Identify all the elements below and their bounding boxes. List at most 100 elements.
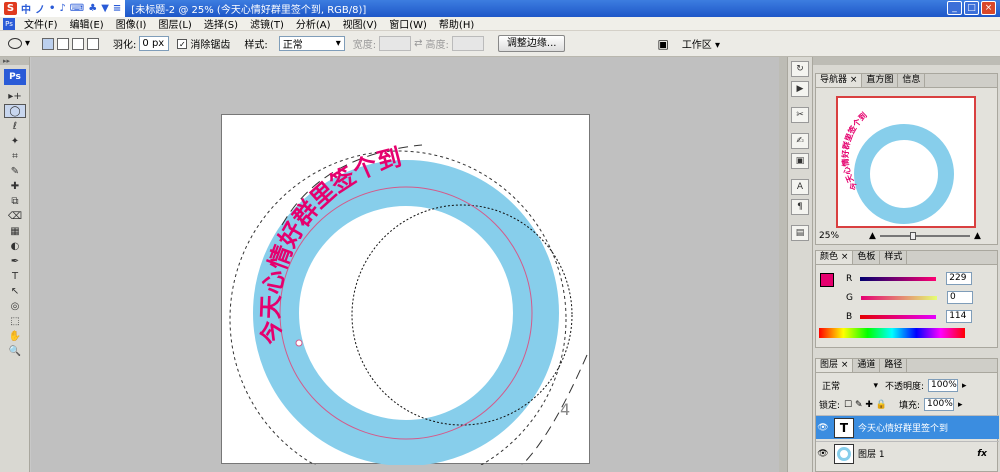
tab-histogram[interactable]: 直方图 [862, 74, 899, 87]
lock-icons[interactable]: ☐ ✎ ✚ 🔒 [844, 400, 887, 410]
zoom-value[interactable]: 25% [819, 231, 839, 241]
tab-paths[interactable]: 路径 [880, 359, 908, 372]
pen-tool-icon[interactable]: ✒ [4, 254, 26, 268]
app-icon[interactable]: Ps [3, 17, 15, 30]
panels-grip[interactable] [813, 57, 1000, 65]
brushes-icon[interactable]: ✍ [791, 133, 809, 149]
maximize-button[interactable]: □ [964, 1, 979, 15]
visibility-eye-icon[interactable]: 👁 [816, 423, 830, 433]
visibility-eye-icon[interactable]: 👁 [816, 449, 830, 459]
hand-tool-icon[interactable]: ✋ [4, 329, 26, 343]
menu-view[interactable]: 视图(V) [337, 16, 384, 31]
menu-file[interactable]: 文件(F) [18, 16, 64, 31]
antialias-checkbox[interactable]: ✓ [177, 38, 188, 49]
fill-arrow-icon[interactable]: ▸ [958, 400, 963, 410]
b-slider[interactable] [860, 314, 937, 319]
history-icon[interactable]: ↻ [791, 61, 809, 77]
color-spectrum[interactable] [819, 328, 965, 338]
layer-name[interactable]: 图层 1 [858, 447, 885, 460]
tab-swatches[interactable]: 色板 [853, 251, 881, 264]
path-select-icon[interactable]: ↖ [4, 284, 26, 298]
menu-layer[interactable]: 图层(L) [152, 16, 197, 31]
tab-channels[interactable]: 通道 [853, 359, 881, 372]
opacity-input[interactable]: 100% [928, 379, 959, 392]
ime-keyboard-icon[interactable]: ⌨ [70, 3, 84, 14]
ime-voice-icon[interactable]: ♪ [59, 3, 65, 14]
dodge-icon[interactable]: ◐ [4, 239, 26, 253]
height-input[interactable] [451, 36, 484, 51]
fx-icon[interactable]: fx [977, 449, 987, 459]
layer-row-text[interactable]: 👁 T 今天心情好群里签个到 [816, 415, 999, 439]
opacity-arrow-icon[interactable]: ▸ [962, 381, 967, 391]
palette-well-icon[interactable]: ▣ [657, 37, 668, 51]
ime-menu-icon[interactable]: ▼ [101, 3, 109, 14]
zoom-out-icon[interactable]: ▲ [869, 231, 876, 241]
width-input[interactable] [379, 36, 412, 51]
elliptical-marquee-icon[interactable] [8, 38, 22, 49]
tab-styles[interactable]: 样式 [880, 251, 908, 264]
foreground-swatch[interactable] [820, 273, 834, 287]
shape-tool-icon[interactable]: ◎ [4, 299, 26, 313]
b-input[interactable]: 114 [946, 310, 973, 323]
subtract-selection-icon[interactable] [72, 37, 85, 50]
r-input[interactable]: 229 [946, 272, 973, 285]
tab-layers[interactable]: 图层 × [816, 359, 854, 372]
eyedropper-icon[interactable]: ✎ [4, 164, 26, 178]
crop-tool-icon[interactable]: ⌗ [4, 149, 26, 163]
r-slider[interactable] [860, 276, 937, 281]
character-icon[interactable]: A [791, 179, 809, 195]
add-selection-icon[interactable] [57, 37, 70, 50]
sogou-logo-icon[interactable]: S [4, 2, 17, 15]
ps-logo[interactable]: Ps [4, 69, 26, 85]
type-tool-icon[interactable]: T [4, 269, 26, 283]
menu-analysis[interactable]: 分析(A) [290, 16, 337, 31]
tab-navigator[interactable]: 导航器 × [816, 74, 863, 87]
move-tool-icon[interactable]: ▸+ [4, 89, 26, 103]
document-canvas[interactable]: 今天心情好群里签个到 4 [221, 114, 590, 472]
eraser-icon[interactable]: ⌫ [4, 209, 26, 223]
ime-dot-icon[interactable]: • [49, 3, 55, 14]
g-input[interactable]: 0 [946, 291, 973, 304]
close-button[interactable]: × [981, 1, 996, 15]
style-select[interactable]: 正常 ▾ [278, 36, 345, 51]
ime-punct-icon[interactable]: ノ [35, 1, 45, 16]
layer-row-1[interactable]: 👁 图层 1 fx [816, 441, 999, 465]
gradient-icon[interactable]: ▦ [4, 224, 26, 238]
zoom-tool-icon[interactable]: 🔍 [4, 344, 26, 358]
tab-color[interactable]: 颜色 × [816, 251, 854, 264]
new-selection-icon[interactable] [42, 37, 55, 50]
actions-icon[interactable]: ▶ [791, 81, 809, 97]
minimize-button[interactable]: _ [947, 1, 962, 15]
elliptical-marquee-tool-icon[interactable]: ◯ [4, 104, 26, 118]
clone-source-icon[interactable]: ▣ [791, 153, 809, 169]
menu-filter[interactable]: 滤镜(T) [244, 16, 290, 31]
zoom-slider[interactable] [879, 232, 970, 240]
clone-stamp-icon[interactable]: ⧉ [4, 194, 26, 208]
panel-collapse-strip[interactable] [779, 57, 787, 472]
tool-preset-arrow-icon[interactable]: ▾ [25, 38, 30, 49]
menu-image[interactable]: 图像(I) [110, 16, 153, 31]
ime-toolbar[interactable]: S 中 ノ • ♪ ⌨ ♣ ▼ ≡ [0, 0, 126, 17]
ime-skin-icon[interactable]: ♣ [88, 3, 97, 14]
workspace-button[interactable]: 工作区 ▾ [682, 36, 720, 51]
layer-comps-icon[interactable]: ▤ [791, 225, 809, 241]
toolbox-grip[interactable]: ▸▸ [0, 57, 29, 65]
refine-edge-button[interactable]: 调整边缘... [497, 35, 566, 52]
fill-input[interactable]: 100% [924, 398, 955, 411]
zoom-in-icon[interactable]: ▲ [974, 231, 981, 241]
menu-help[interactable]: 帮助(H) [433, 16, 480, 31]
menu-edit[interactable]: 编辑(E) [64, 16, 110, 31]
notes-tool-icon[interactable]: ⬚ [4, 314, 26, 328]
paragraph-icon[interactable]: ¶ [791, 199, 809, 215]
ime-tools-icon[interactable]: ≡ [113, 3, 121, 14]
layer-name[interactable]: 今天心情好群里签个到 [858, 421, 948, 434]
tab-info[interactable]: 信息 [898, 74, 926, 87]
lasso-tool-icon[interactable]: ℓ [4, 119, 26, 133]
blend-mode-select[interactable]: 正常 ▾ [819, 378, 881, 393]
healing-brush-icon[interactable]: ✚ [4, 179, 26, 193]
zoom-slider-handle[interactable] [909, 232, 916, 240]
tool-presets-icon[interactable]: ✂ [791, 107, 809, 123]
menu-select[interactable]: 选择(S) [198, 16, 244, 31]
navigator-preview[interactable]: 今天心情好群里签个到 [836, 96, 976, 228]
intersect-selection-icon[interactable] [87, 37, 100, 50]
